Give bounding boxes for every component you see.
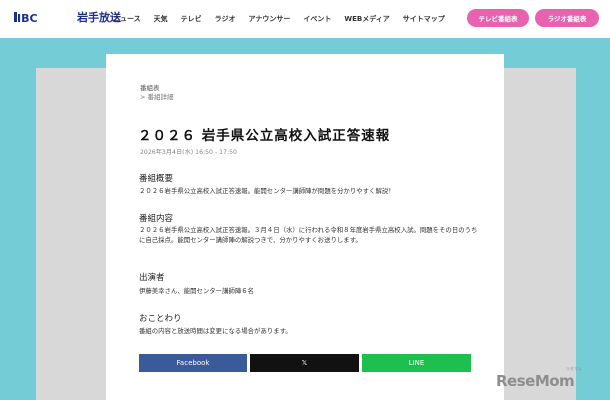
ibc-logo[interactable]: IBC 岩手放送 <box>14 9 121 25</box>
section-text-content: ２０２６岩手県公立高校入試正答速報。３月４日（水）に行われる令和８年度岩手県立高… <box>139 226 478 244</box>
airtime: 2026年3月4日(水) 16:50 - 17:50 <box>140 149 237 156</box>
facebook-share-button[interactable]: Facebook <box>139 354 247 372</box>
nav-item-sitemap[interactable]: サイトマップ <box>403 14 445 24</box>
page-title: ２０２６ 岩手県公立高校入試正答速報 <box>138 128 391 144</box>
resemom-watermark-kana: リセマム <box>566 366 582 371</box>
nav-item-event[interactable]: イベント <box>303 14 331 24</box>
nav-item-announcer[interactable]: アナウンサー <box>249 14 291 24</box>
svg-text:IBC: IBC <box>17 12 38 25</box>
x-share-button[interactable]: 𝕏 <box>250 354 359 372</box>
section-text-notice: 番組の内容と放送時間は変更になる場合があります。 <box>139 327 292 335</box>
ibc-logo-mark-icon: IBC <box>14 12 38 25</box>
line-share-button[interactable]: LINE <box>362 354 471 372</box>
nav-item-web-media[interactable]: WEBメディア <box>344 14 389 24</box>
section-heading-content: 番組内容 <box>139 214 174 224</box>
section-text-summary: ２０２６岩手県公立高校入試正答速報。能開センター講師陣が問題を分かりやすく解説！ <box>139 187 395 195</box>
resemom-watermark: ReseMom <box>496 372 575 390</box>
breadcrumb-current: > 番組詳細 <box>140 93 174 101</box>
radio-guide-button[interactable]: ラジオ番組表 <box>535 9 599 27</box>
main-nav: ニュース 天気 テレビ ラジオ アナウンサー イベント WEBメディア サイトマ… <box>113 14 445 24</box>
section-text-cast: 伊藤美幸さん、能開センター講師陣６名 <box>139 287 255 295</box>
tv-guide-button[interactable]: テレビ番組表 <box>467 9 529 27</box>
section-heading-summary: 番組概要 <box>139 174 174 184</box>
nav-item-weather[interactable]: 天気 <box>154 14 168 24</box>
section-heading-notice: おことわり <box>139 314 182 324</box>
nav-item-tv[interactable]: テレビ <box>181 14 202 24</box>
nav-item-news[interactable]: ニュース <box>113 14 141 24</box>
nav-item-radio[interactable]: ラジオ <box>215 14 236 24</box>
site-header: IBC 岩手放送 ニュース 天気 テレビ ラジオ アナウンサー イベント WEB… <box>0 0 610 38</box>
section-heading-cast: 出演者 <box>139 273 165 283</box>
